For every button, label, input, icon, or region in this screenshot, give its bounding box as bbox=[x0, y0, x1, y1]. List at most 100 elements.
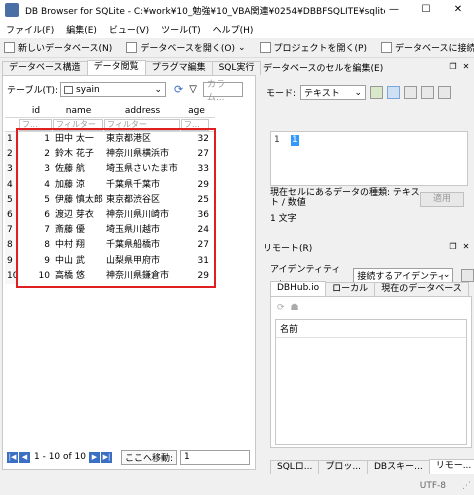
tab-local[interactable]: ローカル bbox=[325, 282, 376, 296]
mode-label: モード: bbox=[266, 89, 297, 99]
table-select[interactable]: syain ⌄ bbox=[60, 82, 167, 97]
column-header-id[interactable]: id bbox=[19, 104, 53, 117]
open-database-label: データベースを開く(O) bbox=[140, 44, 235, 54]
new-database-icon bbox=[4, 42, 15, 53]
name-column-header[interactable]: 名前 bbox=[276, 320, 466, 338]
table-label: テーブル(T): bbox=[7, 86, 59, 96]
import-icon[interactable] bbox=[438, 86, 452, 99]
data-grid: id name address age フ... フィルター フィルター フ..… bbox=[5, 104, 216, 288]
float-icon[interactable]: ❐ bbox=[448, 242, 458, 252]
edit-cell-body: モード: テキスト ⌄ 1 1 現在セルにあるデータの種類: テキスト / 数値… bbox=[260, 75, 472, 238]
column-header-address[interactable]: address bbox=[104, 104, 181, 117]
mode-select[interactable]: テキスト ⌄ bbox=[300, 85, 367, 100]
user-icon[interactable]: ☗ bbox=[291, 303, 299, 313]
chevron-down-icon: ⌄ bbox=[354, 87, 363, 98]
tab-execute-sql[interactable]: SQL実行 bbox=[211, 61, 262, 75]
new-database-button[interactable]: 新しいデータベース(N) bbox=[0, 39, 116, 57]
main-tabs: データベース構造 データ閲覧 プラグマ編集 SQL実行 bbox=[0, 60, 262, 75]
goto-input[interactable]: 1 bbox=[180, 449, 251, 465]
refresh-icon[interactable]: ⟳ bbox=[174, 83, 183, 96]
chevron-down-icon: ⌄ bbox=[442, 270, 451, 280]
menu-edit[interactable]: 編集(E) bbox=[60, 23, 103, 36]
menu-help[interactable]: ヘルプ(H) bbox=[207, 23, 260, 36]
filter-icon[interactable]: ▽ bbox=[189, 84, 197, 95]
edit-cell-header: データベースのセルを編集(E) ❐ ✕ bbox=[260, 60, 474, 74]
new-database-label: 新しいデータベース(N) bbox=[18, 44, 113, 54]
attach-database-icon bbox=[380, 42, 392, 53]
tab-browse-data[interactable]: データ閲覧 bbox=[86, 60, 146, 75]
pane-controls: ❐ ✕ bbox=[448, 62, 474, 72]
tab-plot[interactable]: プロッ... bbox=[318, 460, 368, 474]
left-pane: データベース構造 データ閲覧 プラグマ編集 SQL実行 テーブル(T): sya… bbox=[0, 60, 262, 470]
close-icon[interactable]: ✕ bbox=[461, 242, 471, 252]
open-project-button[interactable]: プロジェクトを開く(P) bbox=[256, 39, 371, 57]
main-toolbar: 新しいデータベース(N) データベースを開く(O) ⌄ プロジェクトを開く(P)… bbox=[0, 38, 474, 58]
table-select-value: syain bbox=[76, 84, 100, 95]
column-filter-input[interactable]: カラム... bbox=[202, 80, 243, 103]
app-icon bbox=[5, 3, 19, 17]
cell-value[interactable]: 1 bbox=[291, 135, 299, 146]
remote-header: リモート(R) ❐ ✕ bbox=[260, 240, 474, 254]
menu-view[interactable]: ビュー(V) bbox=[103, 23, 155, 36]
identity-manage-icon[interactable] bbox=[461, 268, 474, 282]
resize-grip-icon[interactable]: ⋰ bbox=[462, 481, 471, 491]
open-database-button[interactable]: データベースを開く(O) ⌄ bbox=[122, 39, 249, 57]
column-header-name[interactable]: name bbox=[53, 104, 104, 117]
menu-file[interactable]: ファイル(F) bbox=[0, 23, 60, 36]
tab-edit-pragmas[interactable]: プラグマ編集 bbox=[144, 61, 213, 75]
window-title: DB Browser for SQLite - C:¥work¥10_勉強¥10… bbox=[25, 6, 385, 17]
tab-sql-log[interactable]: SQLロ... bbox=[270, 460, 320, 474]
prev-record-icon[interactable]: ◀ bbox=[19, 451, 30, 463]
grid-header: id name address age bbox=[5, 104, 215, 118]
goto-label: ここへ移動: bbox=[121, 449, 178, 465]
row-number-header bbox=[5, 104, 19, 117]
edit-cell-title: データベースのセルを編集(E) bbox=[263, 63, 384, 74]
first-record-icon[interactable]: |◀ bbox=[7, 451, 18, 463]
print-icon[interactable] bbox=[421, 86, 435, 99]
tab-current-database[interactable]: 現在のデータベース bbox=[374, 282, 469, 296]
minimize-button[interactable]: — bbox=[378, 0, 410, 20]
remote-list[interactable]: 名前 bbox=[275, 319, 467, 445]
edit-cell-pane: データベースのセルを編集(E) ❐ ✕ モード: テキスト ⌄ 1 1 現在セル… bbox=[260, 60, 474, 238]
open-project-icon bbox=[259, 42, 271, 53]
table-icon bbox=[64, 85, 74, 94]
apply-button[interactable]: 適用 bbox=[420, 192, 464, 207]
tab-remote[interactable]: リモー... bbox=[428, 459, 474, 474]
auto-switch-icon[interactable] bbox=[370, 86, 384, 99]
browse-panel: テーブル(T): syain ⌄ ⟳ ▽ カラム... id name addr… bbox=[2, 75, 256, 470]
highlight-box bbox=[16, 128, 216, 288]
remote-pane: リモート(R) ❐ ✕ アイデンティティー: 接続するアイデンティティー ⌄ D… bbox=[260, 240, 474, 474]
close-button[interactable]: ✕ bbox=[442, 0, 474, 20]
text-mode-icon[interactable] bbox=[387, 86, 401, 99]
word-wrap-icon[interactable] bbox=[404, 86, 418, 99]
dock-tabs: SQLロ... プロッ... DBスキー... リモー... bbox=[270, 459, 474, 474]
tab-dbhub[interactable]: DBHub.io bbox=[270, 281, 327, 296]
float-icon[interactable]: ❐ bbox=[448, 62, 458, 72]
next-record-icon[interactable]: ▶ bbox=[89, 451, 100, 463]
remote-tab-content: ⟳ ☗ 名前 bbox=[270, 296, 472, 448]
tab-database-structure[interactable]: データベース構造 bbox=[2, 61, 88, 75]
cell-text-editor[interactable]: 1 1 bbox=[270, 131, 468, 186]
close-icon[interactable]: ✕ bbox=[461, 62, 471, 72]
attach-database-button[interactable]: データベースに接続(A) bbox=[377, 39, 474, 57]
line-number: 1 bbox=[274, 135, 280, 145]
chevron-down-icon[interactable]: ⌄ bbox=[238, 43, 246, 53]
encoding-indicator: UTF-8 bbox=[419, 481, 446, 491]
tab-db-schema[interactable]: DBスキー... bbox=[367, 460, 430, 474]
clone-icon[interactable]: ⟳ bbox=[277, 303, 285, 313]
status-bar: UTF-8 ⋰ bbox=[0, 478, 474, 495]
attach-database-label: データベースに接続(A) bbox=[394, 44, 474, 54]
window-controls: — ☐ ✕ bbox=[378, 0, 474, 20]
menu-tools[interactable]: ツール(T) bbox=[155, 23, 207, 36]
column-header-age[interactable]: age bbox=[181, 104, 212, 117]
last-record-icon[interactable]: ▶| bbox=[101, 451, 112, 463]
mode-select-value: テキスト bbox=[304, 89, 340, 99]
open-database-icon bbox=[126, 42, 138, 53]
maximize-button[interactable]: ☐ bbox=[410, 0, 442, 20]
grid-body: 1 1 田中 太一 東京都港区 32 2 2 鈴木 花子 神奈川県横浜市 27 … bbox=[5, 128, 216, 288]
data-type-text: 現在セルにあるデータの種類: テキスト / 数値 bbox=[270, 188, 420, 208]
menu-bar: ファイル(F) 編集(E) ビュー(V) ツール(T) ヘルプ(H) bbox=[0, 20, 474, 38]
record-count: 1 - 10 of 10 bbox=[34, 452, 86, 462]
remote-title: リモート(R) bbox=[263, 243, 313, 254]
pane-controls: ❐ ✕ bbox=[448, 242, 474, 252]
